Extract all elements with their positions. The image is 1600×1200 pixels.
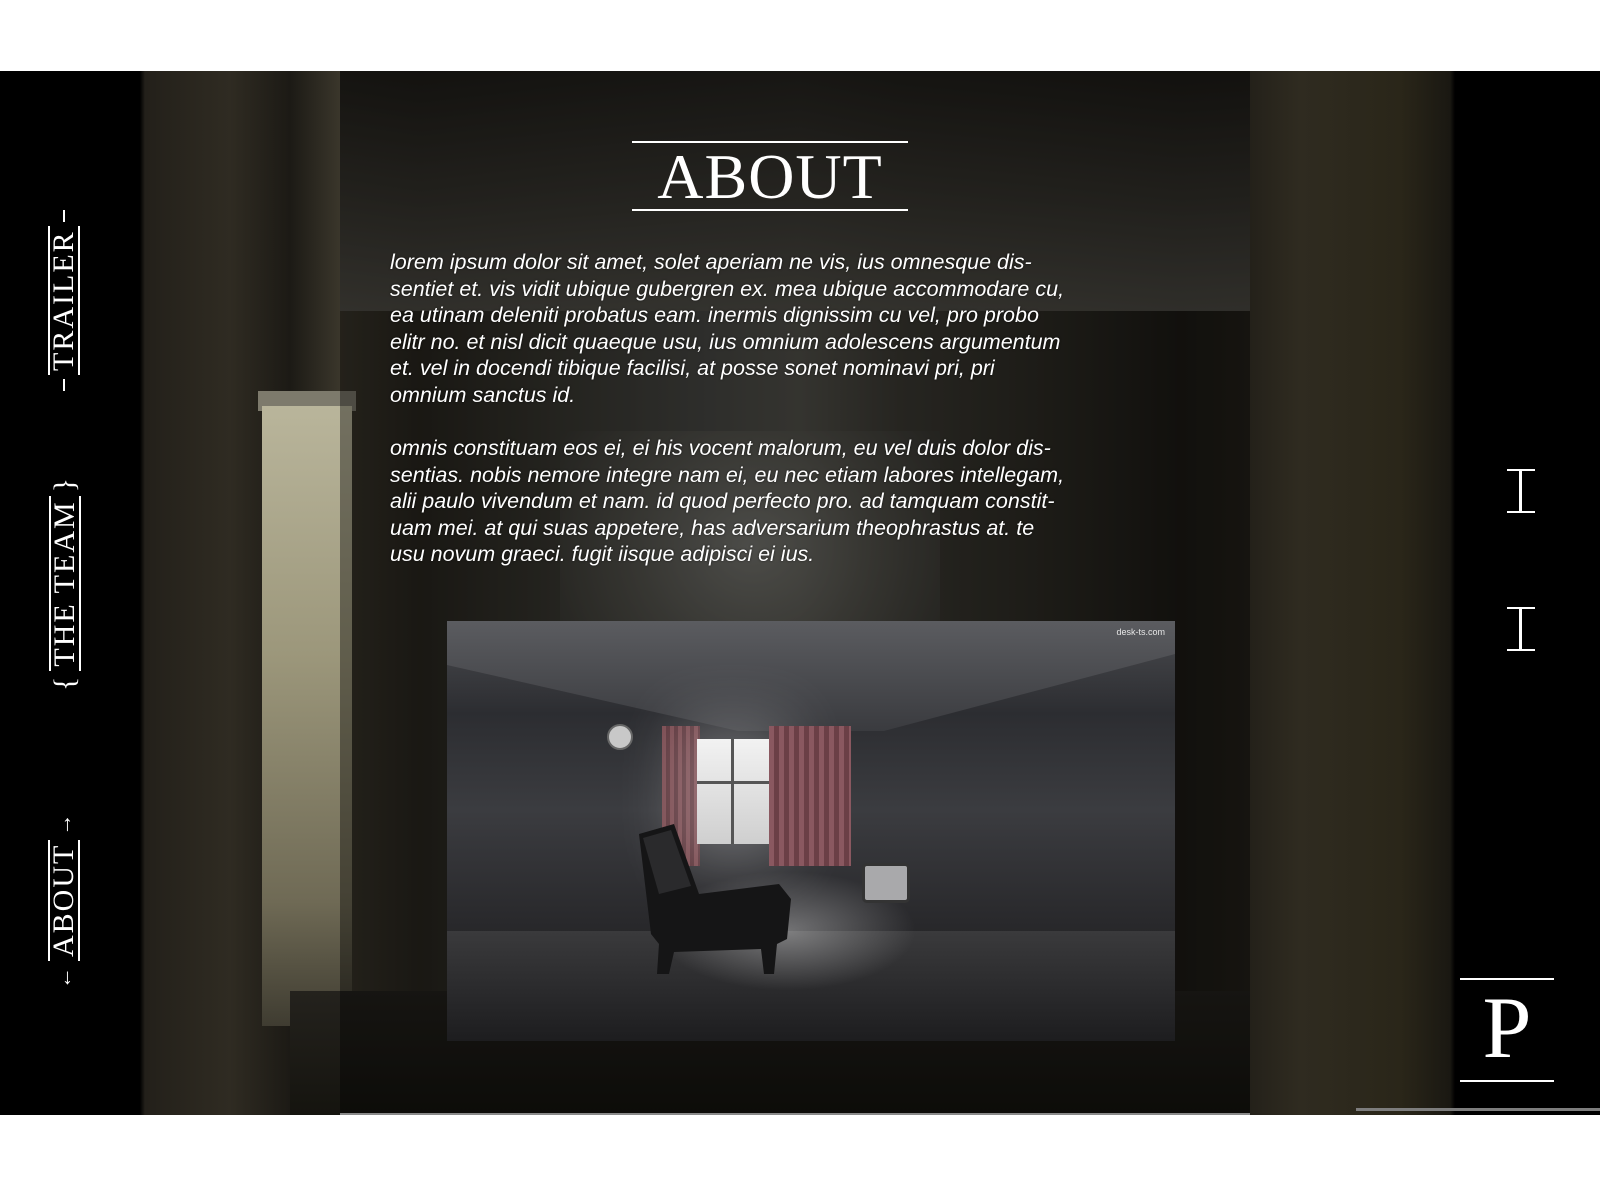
left-vertical-nav: TRAILER { THE TEAM } ← ABOUT → <box>0 71 140 1115</box>
about-text: lorem ipsum dolor sit amet, solet aperia… <box>390 249 1230 595</box>
open-door <box>262 406 352 1026</box>
ibeam-icon[interactable] <box>1503 469 1539 513</box>
about-paragraph-2: omnis constituam eos ei, ei his vocent m… <box>390 436 1065 566</box>
nav-the-team-close-brace: } <box>48 475 81 493</box>
about-paragraph-1: lorem ipsum dolor sit amet, solet aperia… <box>390 250 1065 407</box>
armchair <box>639 824 791 974</box>
image-watermark: desk-ts.com <box>1116 627 1165 637</box>
nav-about-label: ABOUT <box>47 839 80 961</box>
abandoned-room-image: desk-ts.com <box>447 621 1175 1041</box>
right-column <box>1455 71 1600 1115</box>
brand-logo[interactable]: P <box>1460 978 1554 1082</box>
nav-trailer-label: TRAILER <box>47 226 80 375</box>
nav-trailer[interactable]: TRAILER <box>47 210 80 391</box>
nav-about-left-arrow-icon: ← <box>51 965 76 989</box>
page-title: ABOUT <box>657 141 883 212</box>
nav-trailer-right-bar <box>63 210 65 223</box>
nav-the-team[interactable]: { THE TEAM } <box>48 476 82 691</box>
page-frame: TRAILER { THE TEAM } ← ABOUT → ABOUT lor… <box>0 71 1600 1115</box>
content-bottom-rule <box>340 1113 1250 1115</box>
old-television <box>862 863 910 903</box>
nav-the-team-label: THE TEAM <box>48 496 81 671</box>
ibeam-icon[interactable] <box>1503 607 1539 651</box>
window-mullion-horizontal <box>697 781 769 784</box>
nav-about-right-arrow-icon: → <box>51 811 76 836</box>
nav-trailer-left-bar <box>63 379 65 391</box>
nav-the-team-open-brace: { <box>48 674 81 691</box>
nav-about[interactable]: ← ABOUT → <box>47 811 80 989</box>
wall-clock <box>607 724 633 750</box>
page-title-block: ABOUT <box>632 141 908 211</box>
